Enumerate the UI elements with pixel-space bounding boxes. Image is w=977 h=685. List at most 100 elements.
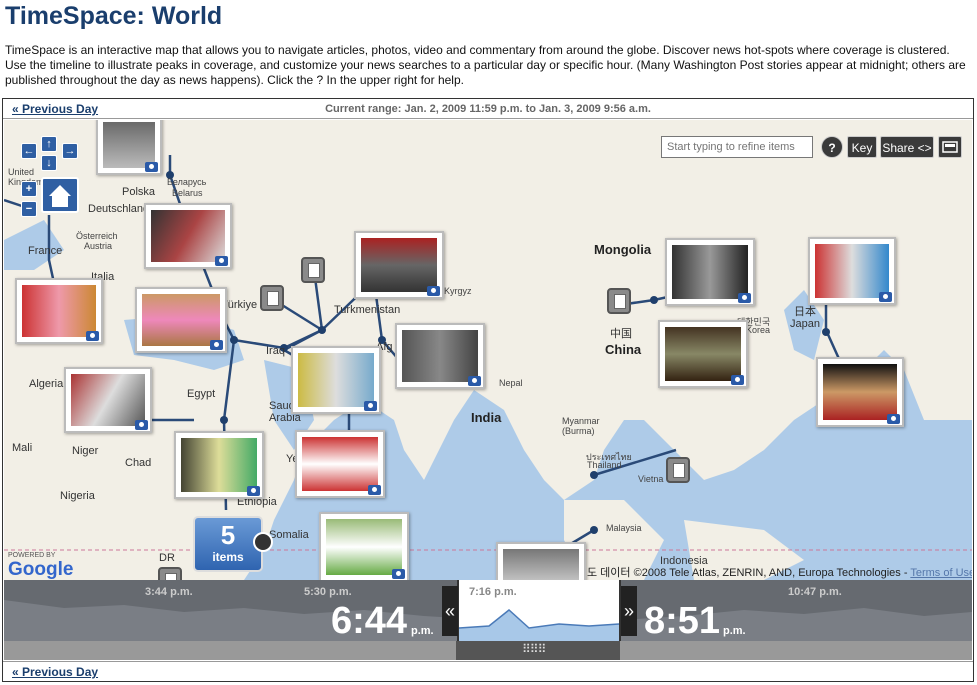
map-label-belarus-en: Belarus <box>172 188 203 198</box>
map-label-nigeria: Nigeria <box>60 490 95 502</box>
bottom-bar: « Previous Day <box>3 661 973 681</box>
magnify-icon[interactable] <box>253 532 273 552</box>
camera-icon <box>427 286 440 296</box>
photo-thumbnail[interactable] <box>174 431 264 499</box>
camera-icon <box>86 331 99 341</box>
map-label-myanmar: Myanmar (Burma) <box>562 416 600 436</box>
key-button[interactable]: Key <box>847 136 877 158</box>
fullscreen-button[interactable] <box>938 136 962 158</box>
help-button[interactable]: ? <box>821 136 843 158</box>
article-icon[interactable] <box>666 457 690 483</box>
map-label-chad: Chad <box>125 457 152 469</box>
photo-thumbnail[interactable] <box>354 231 444 299</box>
timeline-drag-handle[interactable] <box>456 641 620 660</box>
zoom-out-button[interactable]: − <box>21 201 37 217</box>
photo-thumbnail[interactable] <box>665 238 755 306</box>
article-icon[interactable] <box>607 288 631 314</box>
map-label-korea: Korea <box>746 325 771 335</box>
map-label-deutschland: Deutschland <box>88 203 150 215</box>
map-label-dr: DR <box>159 552 175 564</box>
map-label-japan-jp: 日本 <box>794 306 816 318</box>
timespace-widget: Current range: Jan. 2, 2009 11:59 p.m. t… <box>2 98 974 682</box>
camera-icon <box>210 340 223 350</box>
timeline-tick: 10:47 p.m. <box>788 586 842 598</box>
map-label-belarus: Беларусь <box>167 177 207 187</box>
pan-up-button[interactable]: ↑ <box>41 136 57 152</box>
photo-thumbnail[interactable] <box>96 120 162 175</box>
photo-thumbnail[interactable] <box>658 320 748 388</box>
range-start-ampm: p.m. <box>411 625 434 637</box>
previous-day-link[interactable]: « Previous Day <box>12 102 98 116</box>
timeline-tick: 7:16 p.m. <box>469 586 517 598</box>
photo-thumbnail[interactable] <box>15 278 103 344</box>
map-label-osterreich: Österreich <box>76 231 118 241</box>
photo-thumbnail[interactable] <box>64 367 152 433</box>
camera-icon <box>215 256 228 266</box>
article-icon[interactable] <box>301 257 325 283</box>
google-logo: POWERED BY Google <box>8 552 74 580</box>
map-label-malaysia: Malaysia <box>606 523 642 533</box>
camera-icon <box>468 376 481 386</box>
timeline-tick: 5:30 p.m. <box>304 586 352 598</box>
zoom-in-button[interactable]: + <box>21 181 37 197</box>
photo-thumbnail[interactable] <box>816 357 904 427</box>
top-bar: Current range: Jan. 2, 2009 11:59 p.m. t… <box>3 99 973 119</box>
page-title: TimeSpace: World <box>5 2 223 30</box>
camera-icon <box>145 162 158 172</box>
map-label-india: India <box>471 410 502 425</box>
camera-icon <box>887 414 900 424</box>
cluster-count: 5 <box>220 520 236 550</box>
range-end-time: 8:51 <box>644 600 721 642</box>
camera-icon <box>364 401 377 411</box>
intro-text: TimeSpace is an interactive map that all… <box>5 43 966 87</box>
photo-thumbnail[interactable] <box>319 512 409 580</box>
camera-icon <box>879 292 892 302</box>
map-label-france: France <box>28 245 63 257</box>
map-label-algeria: Algeria <box>29 378 64 390</box>
camera-icon <box>731 375 744 385</box>
photo-thumbnail[interactable] <box>291 346 381 414</box>
current-range: Current range: Jan. 2, 2009 11:59 p.m. t… <box>325 103 651 115</box>
photo-thumbnail[interactable] <box>295 430 385 498</box>
map-label-egypt: Egypt <box>187 388 216 400</box>
map-label-vietnam: Vietna <box>638 474 664 484</box>
map-label-mali: Mali <box>12 442 33 454</box>
map-copyright: 도 데이터 ©2008 Tele Atlas, ZENRIN, AND, Eur… <box>587 564 972 580</box>
map-label-turkmenistan: Turkmenistan <box>334 304 401 316</box>
article-icon[interactable] <box>158 567 182 580</box>
map-label-polska: Polska <box>122 186 156 198</box>
map-label-china-cn: 中国 <box>610 328 632 340</box>
map-label-thailand: Thailand <box>587 460 622 470</box>
map-label-austria: Austria <box>84 241 113 251</box>
share-button[interactable]: Share <> <box>880 136 934 158</box>
map-label-china: China <box>605 342 642 357</box>
range-right-arrow[interactable]: » <box>621 586 637 636</box>
home-button[interactable] <box>41 177 79 213</box>
map-label-nepal: Nepal <box>499 378 523 388</box>
map-canvas[interactable]: Polska Беларусь Belarus United Kingdom D… <box>4 120 972 580</box>
home-icon <box>49 185 71 207</box>
camera-icon <box>247 486 260 496</box>
map-label-japan: Japan <box>790 318 820 330</box>
range-end-ampm: p.m. <box>723 625 746 637</box>
fullscreen-icon <box>942 141 958 153</box>
map-label-mongolia: Mongolia <box>594 242 652 257</box>
camera-icon <box>368 485 381 495</box>
photo-thumbnail[interactable] <box>135 287 227 353</box>
photo-thumbnail[interactable] <box>395 323 485 389</box>
map-label-niger: Niger <box>72 445 99 457</box>
photo-thumbnail[interactable] <box>144 203 232 269</box>
pan-left-button[interactable]: ← <box>21 143 37 159</box>
range-left-arrow[interactable]: « <box>442 586 458 636</box>
camera-icon <box>392 569 405 579</box>
terms-of-use-link[interactable]: Terms of Use <box>910 567 972 579</box>
article-icon[interactable] <box>260 285 284 311</box>
previous-day-link-bottom[interactable]: « Previous Day <box>12 665 98 679</box>
pan-right-button[interactable]: → <box>62 143 78 159</box>
pan-down-button[interactable]: ↓ <box>41 155 57 171</box>
refine-search-input[interactable] <box>661 136 813 158</box>
map-label-iraq: Iraq <box>266 345 285 357</box>
timeline-tick: 3:44 p.m. <box>145 586 193 598</box>
photo-thumbnail[interactable] <box>808 237 896 305</box>
photo-thumbnail[interactable] <box>496 542 586 580</box>
